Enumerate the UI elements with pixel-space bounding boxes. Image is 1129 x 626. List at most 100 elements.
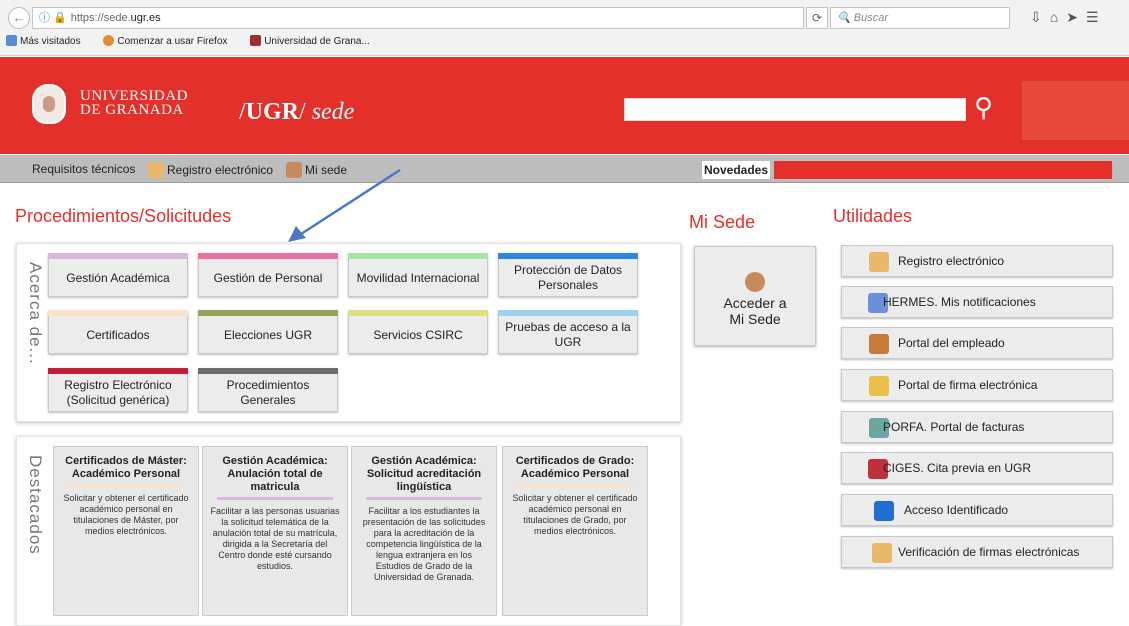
util-label: Portal del empleado bbox=[898, 336, 1005, 350]
tile-color-bar bbox=[198, 368, 338, 374]
tile-button[interactable]: Servicios CSIRC bbox=[348, 310, 488, 354]
tile-color-bar bbox=[198, 310, 338, 316]
misede-label: Mi sede bbox=[305, 163, 348, 177]
bookmarks-bar: Más visitados Comenzar a usar Firefox Un… bbox=[6, 34, 390, 50]
bookmark-mas-visitados[interactable]: Más visitados bbox=[6, 35, 91, 47]
document-icon bbox=[872, 543, 892, 563]
address-bar[interactable]: ⓘ 🔒 https://sede.ugr.es bbox=[32, 7, 804, 29]
ugr-logo-text[interactable]: UNIVERSIDAD DE GRANADA bbox=[80, 89, 188, 118]
home-icon[interactable]: ⌂ bbox=[1050, 9, 1066, 25]
destacado-card[interactable]: Certificados de Grado: Académico Persona… bbox=[502, 446, 648, 616]
tile-button[interactable]: Elecciones UGR bbox=[198, 310, 338, 354]
card-description: Facilitar a las personas usuarias la sol… bbox=[210, 506, 340, 571]
info-icon: ⓘ bbox=[39, 12, 50, 24]
misede-link[interactable]: Mi sede bbox=[286, 162, 347, 178]
acerca-label: Acerca de... bbox=[26, 262, 45, 365]
misede-title: Mi Sede bbox=[689, 212, 756, 232]
title-slash: / bbox=[299, 99, 306, 125]
back-button[interactable]: ← bbox=[8, 7, 30, 29]
logo-line2: DE GRANADA bbox=[80, 102, 184, 118]
tile-color-bar bbox=[498, 253, 638, 259]
requisitos-link[interactable]: Requisitos técnicos bbox=[32, 162, 135, 176]
acceder-misede-button[interactable]: Acceder a Mi Sede bbox=[694, 246, 816, 346]
people-icon bbox=[745, 272, 765, 292]
util-label: CIGES. Cita previa en UGR bbox=[883, 461, 1032, 475]
destacados-label: Destacados bbox=[26, 455, 45, 555]
url-prefix: https://sede. bbox=[70, 12, 131, 24]
tile-button[interactable]: Certificados bbox=[48, 310, 188, 354]
util-mail-button[interactable]: HERMES. Mis notificaciones bbox=[841, 286, 1113, 318]
misede-line2: Mi Sede bbox=[729, 311, 781, 327]
util-label: Acceso Identificado bbox=[904, 503, 1009, 517]
pocket-icon[interactable]: ➤ bbox=[1066, 9, 1086, 25]
util-document-button[interactable]: Verificación de firmas electrónicas bbox=[841, 536, 1113, 568]
tile-label: Registro Electrónico (Solicitud genérica… bbox=[64, 378, 172, 407]
util-registro-button[interactable]: Registro electrónico bbox=[841, 245, 1113, 277]
util-people-button[interactable]: Portal del empleado bbox=[841, 327, 1113, 359]
bookmark-firefox[interactable]: Comenzar a usar Firefox bbox=[103, 35, 237, 47]
util-label: PORFA. Portal de facturas bbox=[883, 420, 1025, 434]
toolbar-icons: ⇩⌂➤☰ bbox=[1030, 9, 1107, 26]
tile-button[interactable]: Registro Electrónico (Solicitud genérica… bbox=[48, 368, 188, 412]
people-icon bbox=[869, 334, 889, 354]
registro-label: Registro electrónico bbox=[167, 163, 274, 177]
destacado-card[interactable]: Gestión Académica: Solicitud acreditació… bbox=[351, 446, 497, 616]
tile-color-bar bbox=[48, 368, 188, 374]
browser-search-placeholder: Buscar bbox=[853, 12, 889, 24]
utilidades-title: Utilidades bbox=[833, 206, 913, 226]
menu-icon[interactable]: ☰ bbox=[1086, 9, 1107, 25]
card-title: Certificados de Máster: Académico Person… bbox=[65, 455, 187, 480]
destacado-card[interactable]: Gestión Académica: Anulación total de ma… bbox=[202, 446, 348, 616]
site-search-input[interactable] bbox=[624, 98, 966, 121]
title-slash: / bbox=[239, 99, 246, 125]
search-icon[interactable]: ⚲ bbox=[974, 92, 1004, 122]
card-description: Solicitar y obtener el certificado acadé… bbox=[63, 493, 189, 536]
tile-button[interactable]: Gestión de Personal bbox=[198, 253, 338, 297]
tile-color-bar bbox=[348, 253, 488, 259]
tile-button[interactable]: Protección de Datos Personales bbox=[498, 253, 638, 297]
tile-label: Certificados bbox=[86, 327, 150, 342]
destacado-card[interactable]: Certificados de Máster: Académico Person… bbox=[53, 446, 199, 616]
search-icon: 🔍 bbox=[837, 12, 854, 24]
tile-button[interactable]: Procedimientos Generales bbox=[198, 368, 338, 412]
lock-icon bbox=[874, 501, 894, 521]
util-key-button[interactable]: PORFA. Portal de facturas bbox=[841, 411, 1113, 443]
download-icon[interactable]: ⇩ bbox=[1030, 9, 1050, 25]
arrow-head bbox=[288, 226, 306, 242]
util-pen-button[interactable]: Portal de firma electrónica bbox=[841, 369, 1113, 401]
tile-color-bar bbox=[498, 310, 638, 316]
site-title[interactable]: /UGR/ sede bbox=[239, 99, 354, 126]
tile-button[interactable]: Pruebas de acceso a la UGR bbox=[498, 310, 638, 354]
tile-label: Gestión Académica bbox=[66, 270, 170, 285]
tile-label: Protección de Datos Personales bbox=[513, 263, 623, 292]
browser-search[interactable]: 🔍 Buscar bbox=[830, 7, 1010, 29]
ugr-icon bbox=[250, 35, 262, 46]
card-title: Certificados de Grado: Académico Persona… bbox=[515, 455, 635, 480]
lock-icon: 🔒 bbox=[53, 12, 67, 24]
ugr-seal-logo[interactable] bbox=[32, 84, 66, 124]
tile-button[interactable]: Movilidad Internacional bbox=[348, 253, 488, 297]
title-ugr: UGR bbox=[245, 99, 300, 125]
util-lock-button[interactable]: Acceso Identificado bbox=[841, 494, 1113, 526]
tile-label: Pruebas de acceso a la UGR bbox=[505, 320, 631, 349]
util-label: Verificación de firmas electrónicas bbox=[898, 545, 1080, 559]
people-icon bbox=[286, 162, 302, 178]
tile-color-bar bbox=[198, 253, 338, 259]
tile-label: Gestión de Personal bbox=[213, 270, 323, 285]
card-description: Solicitar y obtener el certificado acadé… bbox=[512, 493, 638, 536]
url-domain: ugr.es bbox=[130, 12, 161, 24]
tile-color-bar bbox=[348, 310, 488, 316]
bookmark-ugr[interactable]: Universidad de Grana... bbox=[250, 35, 380, 47]
tile-color-bar bbox=[48, 253, 188, 259]
registro-link[interactable]: Registro electrónico bbox=[148, 162, 273, 178]
card-separator bbox=[517, 484, 633, 487]
bookmark-icon bbox=[6, 35, 17, 46]
novedades-tab[interactable]: Novedades bbox=[702, 161, 770, 179]
browser-chrome: ← ⓘ 🔒 https://sede.ugr.es ⟳ 🔍 Buscar ⇩⌂➤☰ … bbox=[0, 0, 1129, 56]
util-ciges-button[interactable]: CIGES. Cita previa en UGR bbox=[841, 452, 1113, 484]
firefox-icon bbox=[103, 35, 115, 46]
novedades-ticker bbox=[774, 161, 1112, 179]
registro-icon bbox=[869, 252, 889, 272]
tile-button[interactable]: Gestión Académica bbox=[48, 253, 188, 297]
reload-button[interactable]: ⟳ bbox=[806, 7, 828, 29]
